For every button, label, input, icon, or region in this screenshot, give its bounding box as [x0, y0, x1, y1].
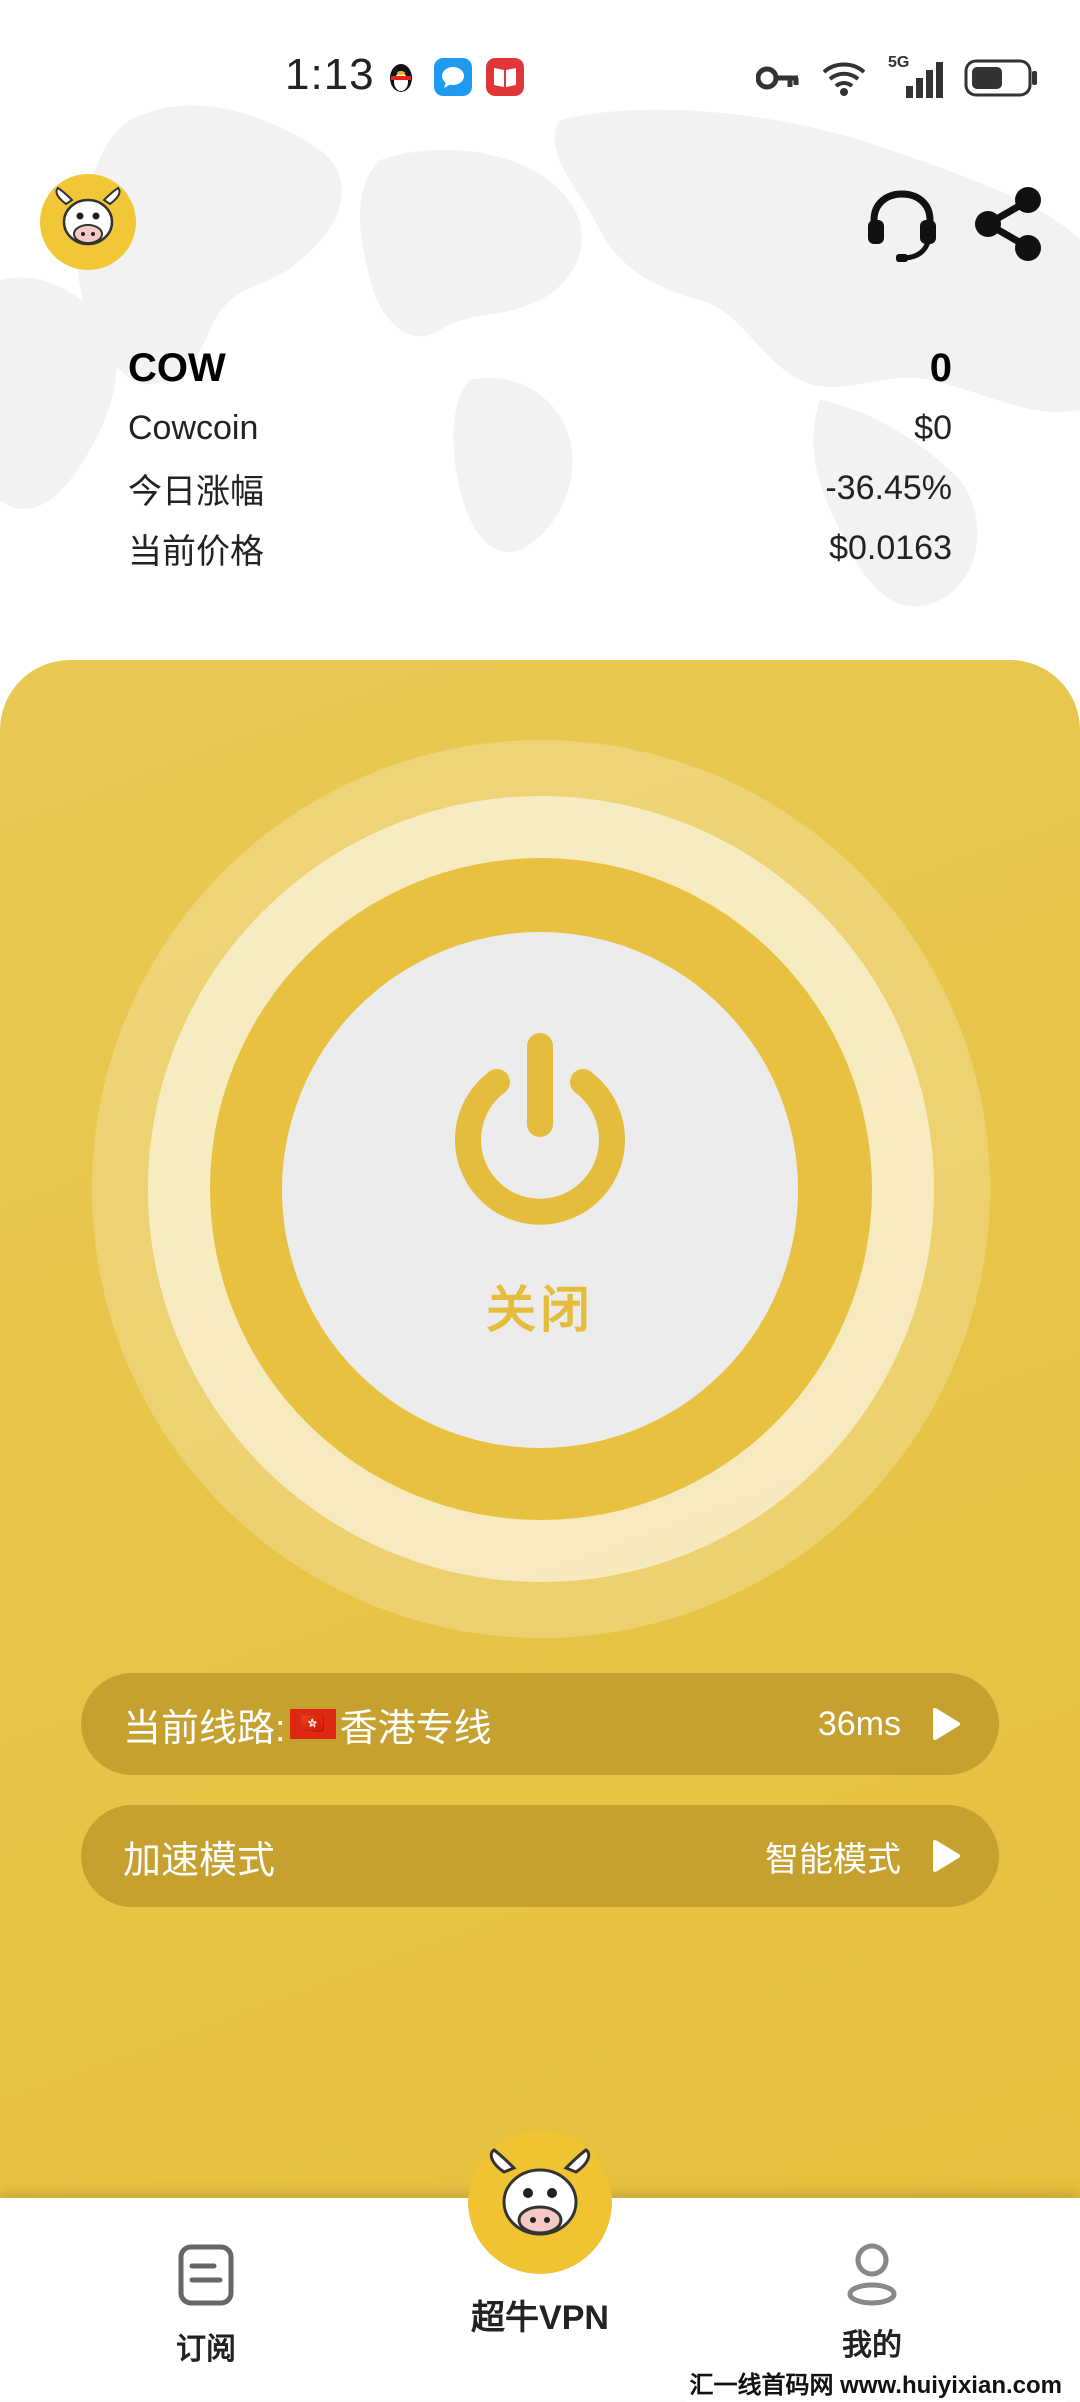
power-button[interactable]: 关闭: [282, 932, 798, 1448]
cow-logo-icon: [55, 186, 121, 246]
coin-change-value: -36.45%: [825, 468, 952, 507]
profile-icon: [847, 2243, 897, 2306]
coin-value: $0: [914, 408, 952, 447]
cow-logo-icon: [489, 2148, 591, 2236]
battery-icon: [964, 59, 1037, 97]
coin-price-row: 当前价格 $0.0163: [128, 518, 952, 578]
vpn-key-icon: [756, 66, 799, 90]
route-selector[interactable]: 当前线路: 🇭🇰 香港专线 36ms: [81, 1673, 999, 1775]
coin-balance: 0: [929, 345, 952, 390]
power-icon: [455, 1033, 625, 1225]
subscribe-list-icon: [178, 2244, 234, 2306]
avatar[interactable]: [40, 174, 136, 270]
reader-notification-icon: [486, 58, 524, 96]
cellular-signal-icon: 5G: [888, 54, 944, 98]
coin-price-label: 当前价格: [128, 532, 264, 571]
mode-value: 智能模式: [765, 1840, 901, 1879]
share-icon[interactable]: [968, 184, 1048, 264]
route-name: 香港专线: [339, 1707, 492, 1750]
nav-subscribe[interactable]: 订阅: [96, 2198, 316, 2400]
wifi-icon: [822, 62, 866, 96]
coin-name: Cowcoin: [128, 408, 259, 447]
route-label-group: 当前线路: 🇭🇰 香港专线: [123, 1697, 492, 1752]
network-type-label: 5G: [888, 54, 910, 71]
play-arrow-icon: [933, 1708, 960, 1740]
nav-subscribe-label: 订阅: [176, 2333, 236, 2366]
acceleration-mode-selector[interactable]: 加速模式 智能模式: [81, 1805, 999, 1907]
coin-symbol: COW: [128, 345, 226, 390]
status-time: 1:13: [285, 50, 375, 99]
nav-home-label: 超牛VPN: [471, 2299, 609, 2337]
headset-icon[interactable]: [862, 184, 942, 264]
coin-name-row: Cowcoin $0: [128, 398, 952, 458]
route-latency: 36ms: [817, 1704, 901, 1743]
qq-notification-icon: [390, 64, 412, 92]
watermark-text: 汇一线首码网 www.huiyixian.com: [685, 2363, 1066, 2402]
power-state-label: 关闭: [486, 1282, 594, 1338]
mode-label: 加速模式: [123, 1839, 276, 1882]
play-arrow-icon: [933, 1840, 960, 1872]
nav-home-button[interactable]: [468, 2130, 612, 2274]
route-label: 当前线路:: [123, 1707, 286, 1750]
nav-mine-label: 我的: [842, 2329, 902, 2362]
hong-kong-flag-icon: 🇭🇰: [289, 1709, 336, 1739]
coin-change-row: 今日涨幅 -36.45%: [128, 458, 952, 518]
coin-info: COW 0 Cowcoin $0 今日涨幅 -36.45% 当前价格 $0.01…: [128, 338, 952, 578]
message-notification-icon: [434, 58, 472, 96]
coin-price-value: $0.0163: [829, 528, 952, 567]
coin-symbol-row: COW 0: [128, 338, 952, 398]
status-bar: 1:13 5G: [0, 0, 1080, 150]
coin-change-label: 今日涨幅: [128, 472, 264, 511]
